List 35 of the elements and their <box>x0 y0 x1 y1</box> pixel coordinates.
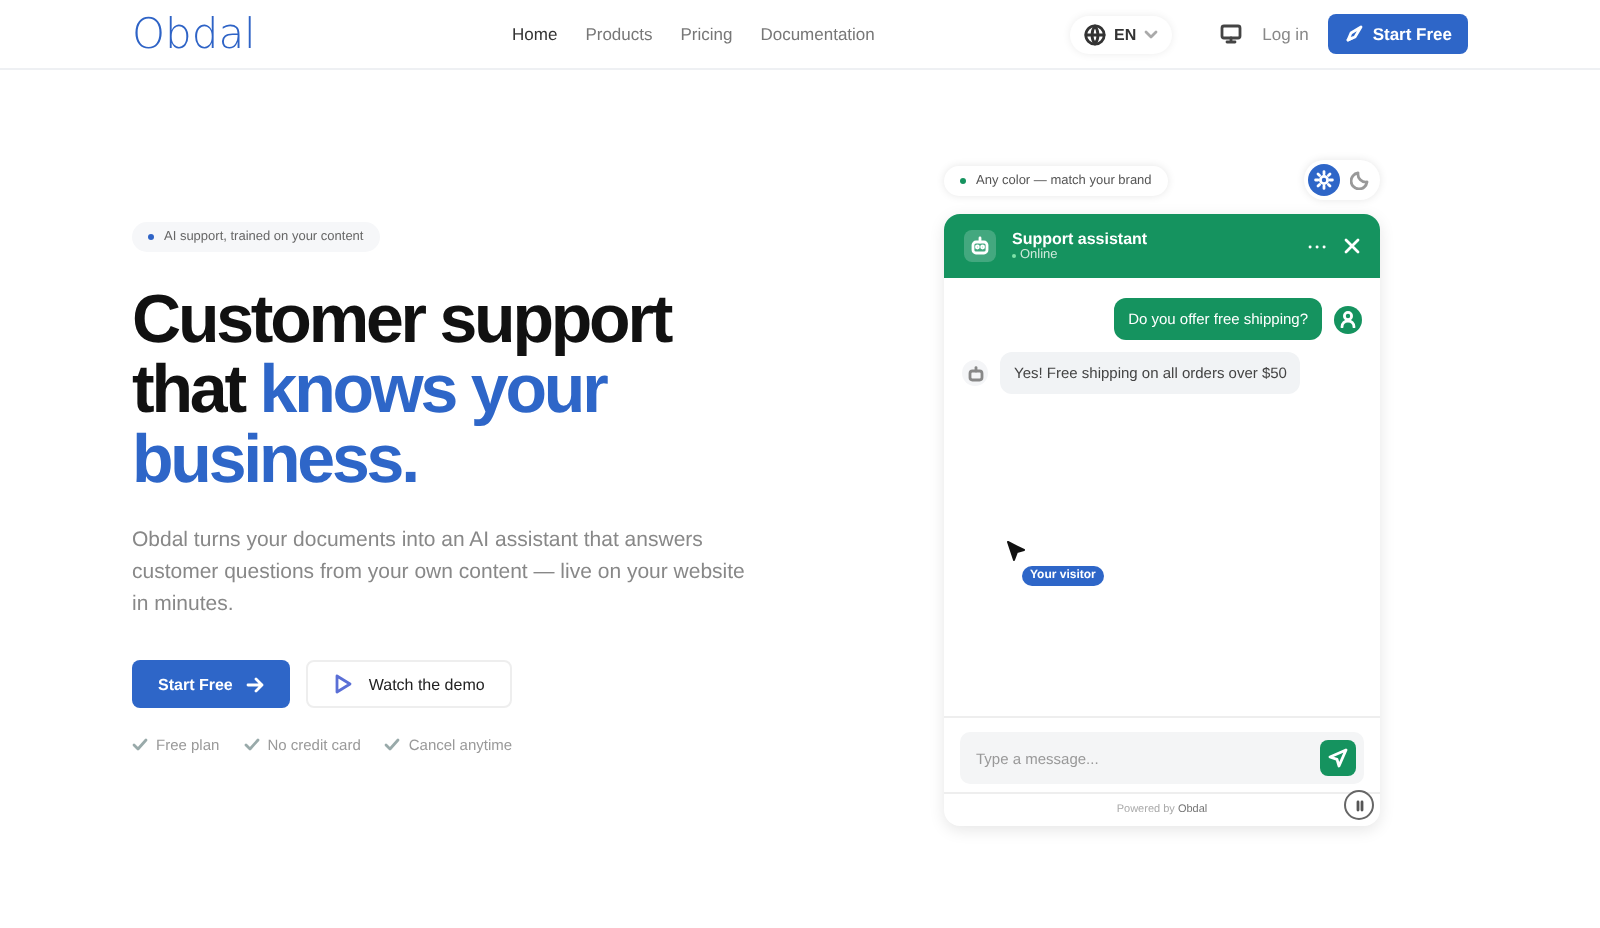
theme-toggle[interactable] <box>1304 160 1380 200</box>
more-icon <box>1308 243 1326 249</box>
logo[interactable]: Obdal <box>132 10 512 58</box>
headline: Customer support that knows your business. <box>132 286 674 496</box>
language-selector[interactable]: EN <box>1070 15 1173 53</box>
person-icon <box>1340 310 1356 328</box>
arrow-right-icon <box>246 675 265 693</box>
chevron-down-icon <box>1144 29 1159 39</box>
robot-icon <box>970 236 990 256</box>
sun-icon <box>1314 170 1334 190</box>
nav-link[interactable]: Home <box>512 24 558 44</box>
start-free-button[interactable]: Start Free <box>1328 14 1468 54</box>
cursor-icon <box>1006 540 1026 562</box>
check-icon <box>132 738 148 752</box>
close-icon[interactable] <box>1344 238 1360 254</box>
description: Obdal turns your documents into an AI assistant that answers customer questions from your own content — live on your website in minutes. <box>132 526 747 620</box>
send-icon <box>1328 748 1348 768</box>
nav-link[interactable]: Documentation <box>760 24 875 44</box>
send-button[interactable] <box>1320 740 1356 776</box>
start-free-button[interactable]: Start Free <box>132 660 291 708</box>
nav-link[interactable]: Pricing <box>680 24 733 44</box>
monitor-icon[interactable] <box>1220 24 1243 44</box>
play-icon <box>334 674 353 694</box>
robot-icon <box>967 365 983 381</box>
check-icon <box>243 738 260 752</box>
watch-demo-button[interactable]: Watch the demo <box>306 660 513 708</box>
globe-icon <box>1084 23 1107 45</box>
moon-icon <box>1350 170 1370 190</box>
nav-link[interactable]: Products <box>585 24 653 44</box>
pause-icon <box>1353 799 1365 811</box>
pause-button[interactable] <box>1344 790 1374 820</box>
check-icon <box>384 738 401 752</box>
login-link[interactable]: Log in <box>1262 24 1309 44</box>
theme-button[interactable] <box>1308 164 1340 196</box>
chat-title: Support assistant <box>1012 230 1148 248</box>
